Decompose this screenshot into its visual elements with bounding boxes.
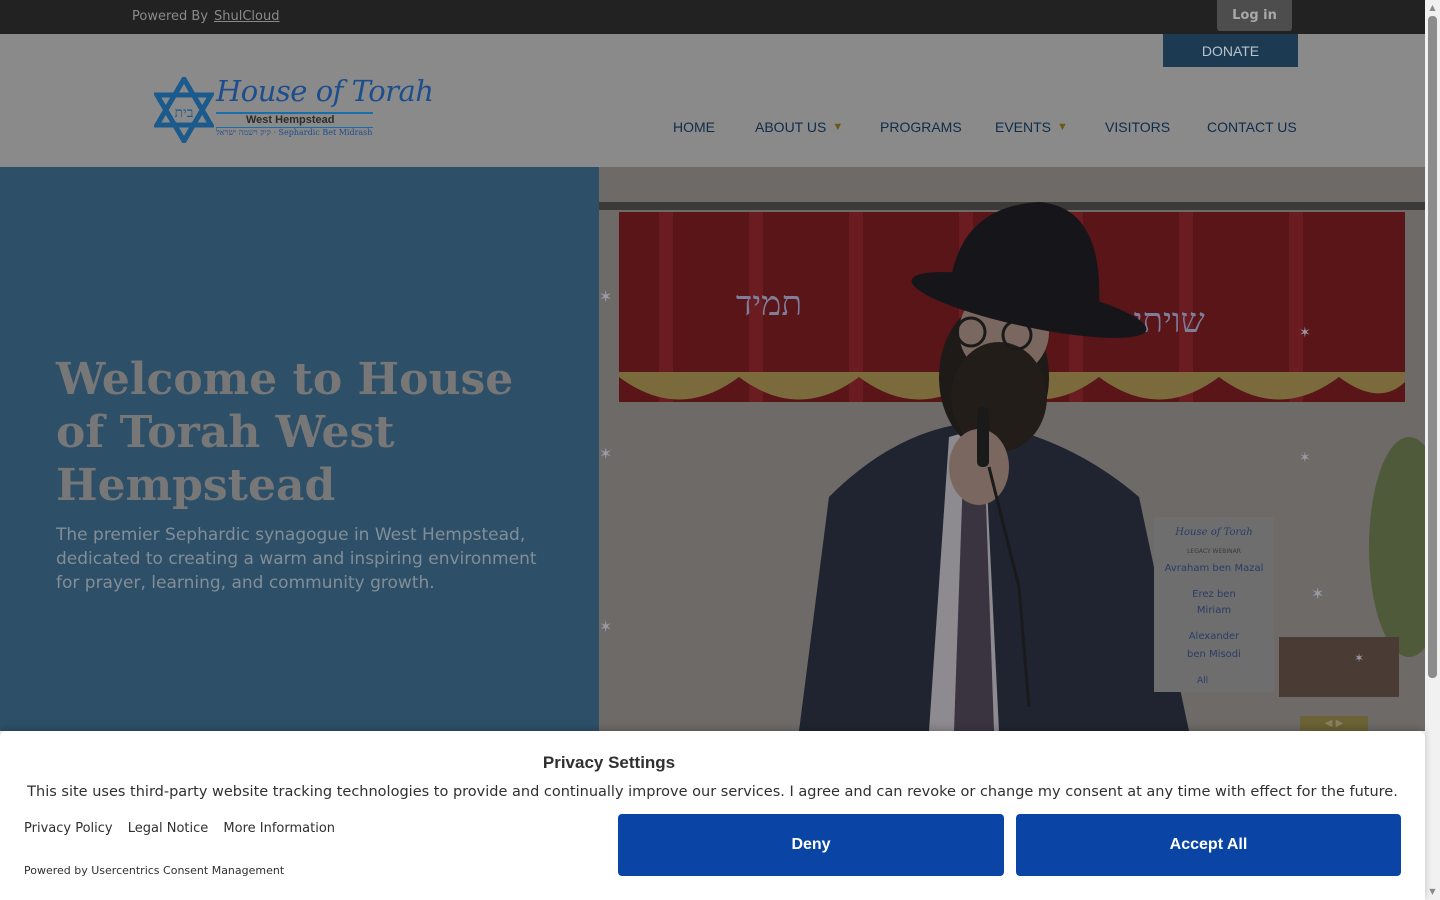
- consent-links: Privacy Policy Legal Notice More Informa…: [24, 821, 346, 836]
- plaque-line: Avraham ben Mazal: [1165, 563, 1264, 574]
- scroll-up-icon[interactable]: ▲: [1425, 0, 1440, 15]
- legal-notice-link[interactable]: Legal Notice: [128, 821, 209, 836]
- nav-events[interactable]: EVENTS ▼: [995, 117, 1068, 137]
- svg-text:✶: ✶: [599, 444, 612, 463]
- hero-title: Welcome to House of Torah West Hempstead: [56, 354, 514, 511]
- hero-description: The premier Sephardic synagogue in West …: [56, 525, 537, 593]
- shulcloud-link[interactable]: ShulCloud: [214, 9, 279, 24]
- hero-image: תמיד לנגדי שויתי House of Torah LEGACY W…: [599, 167, 1425, 731]
- svg-text:בית: בית: [175, 105, 194, 121]
- svg-text:✶: ✶: [1311, 584, 1324, 603]
- nav-label: EVENTS: [995, 119, 1052, 135]
- nav-visitors[interactable]: VISITORS: [1105, 117, 1170, 137]
- privacy-consent-banner: Privacy Settings This site uses third-pa…: [0, 731, 1425, 900]
- svg-text:✶: ✶: [599, 617, 612, 636]
- consent-title: Privacy Settings: [542, 753, 676, 772]
- nav-contact-us[interactable]: CONTACT US: [1207, 117, 1297, 137]
- plaque-line: Alexander: [1189, 631, 1240, 642]
- nav-label: ABOUT US: [755, 119, 827, 135]
- svg-text:✶: ✶: [599, 287, 612, 306]
- logo-subtitle: West Hempstead: [246, 114, 335, 126]
- powered-by: Powered By ShulCloud: [132, 9, 280, 24]
- nav-label: HOME: [673, 119, 715, 135]
- accept-all-button[interactable]: Accept All: [1016, 814, 1401, 876]
- scroll-down-icon[interactable]: ▼: [1425, 884, 1440, 899]
- plaque-line: Erez ben: [1192, 589, 1236, 600]
- deny-button[interactable]: Deny: [618, 814, 1004, 876]
- curtain-word: תמיד: [736, 284, 802, 324]
- nav-about-us[interactable]: ABOUT US ▼: [755, 117, 843, 137]
- logo-hebrew: קיק רשמה ישראל · Sephardic Bet Midrash: [216, 128, 373, 137]
- plaque-heading: LEGACY WEBINAR: [1187, 548, 1241, 555]
- page-scrollbar[interactable]: ▲ ▼: [1425, 0, 1440, 900]
- nav-programs[interactable]: PROGRAMS: [880, 117, 962, 137]
- logo-title: House of Torah: [216, 74, 434, 108]
- nav-label: PROGRAMS: [880, 119, 962, 135]
- nav-label: VISITORS: [1105, 119, 1171, 135]
- caret-down-icon: ▼: [1057, 121, 1068, 133]
- carousel-next-icon[interactable]: ▶: [1336, 718, 1344, 729]
- hero-panel: Welcome to House of Torah West Hempstead…: [0, 167, 599, 731]
- plaque-line: ben Misodi: [1187, 649, 1241, 660]
- star-of-david-icon: בית: [154, 77, 214, 143]
- site-logo[interactable]: בית House of Torah West Hempstead קיק רש…: [152, 74, 434, 144]
- nav-label: CONTACT US: [1207, 119, 1297, 135]
- svg-text:✶: ✶: [1299, 325, 1311, 341]
- svg-text:✶: ✶: [1354, 651, 1364, 665]
- carousel-prev-icon[interactable]: ◀: [1325, 718, 1333, 729]
- nav-home[interactable]: HOME: [673, 117, 715, 137]
- consent-text: This site uses third-party website track…: [27, 784, 1398, 800]
- plaque-title: House of Torah: [1174, 527, 1252, 538]
- consent-powered-by: Powered by Usercentrics Consent Manageme…: [24, 864, 285, 877]
- top-bar: Powered By ShulCloud Log in: [0, 0, 1425, 34]
- login-button[interactable]: Log in: [1217, 0, 1292, 31]
- powered-by-label: Powered By: [132, 9, 209, 24]
- plaque-line: All: [1197, 676, 1208, 686]
- plaque-line: Miriam: [1197, 605, 1231, 616]
- rabbi-photo: תמיד לנגדי שויתי House of Torah LEGACY W…: [599, 167, 1425, 731]
- caret-down-icon: ▼: [832, 121, 844, 133]
- scrollbar-thumb[interactable]: [1428, 16, 1437, 678]
- donate-button[interactable]: DONATE: [1163, 34, 1298, 67]
- site-header: DONATE בית House of Torah West Hempstead…: [0, 34, 1425, 167]
- curtain-word: שויתי: [1133, 301, 1204, 341]
- more-information-link[interactable]: More Information: [223, 821, 335, 836]
- privacy-policy-link[interactable]: Privacy Policy: [24, 821, 113, 836]
- svg-text:✶: ✶: [1299, 450, 1311, 466]
- carousel-controls[interactable]: ◀ ▶: [1300, 716, 1368, 731]
